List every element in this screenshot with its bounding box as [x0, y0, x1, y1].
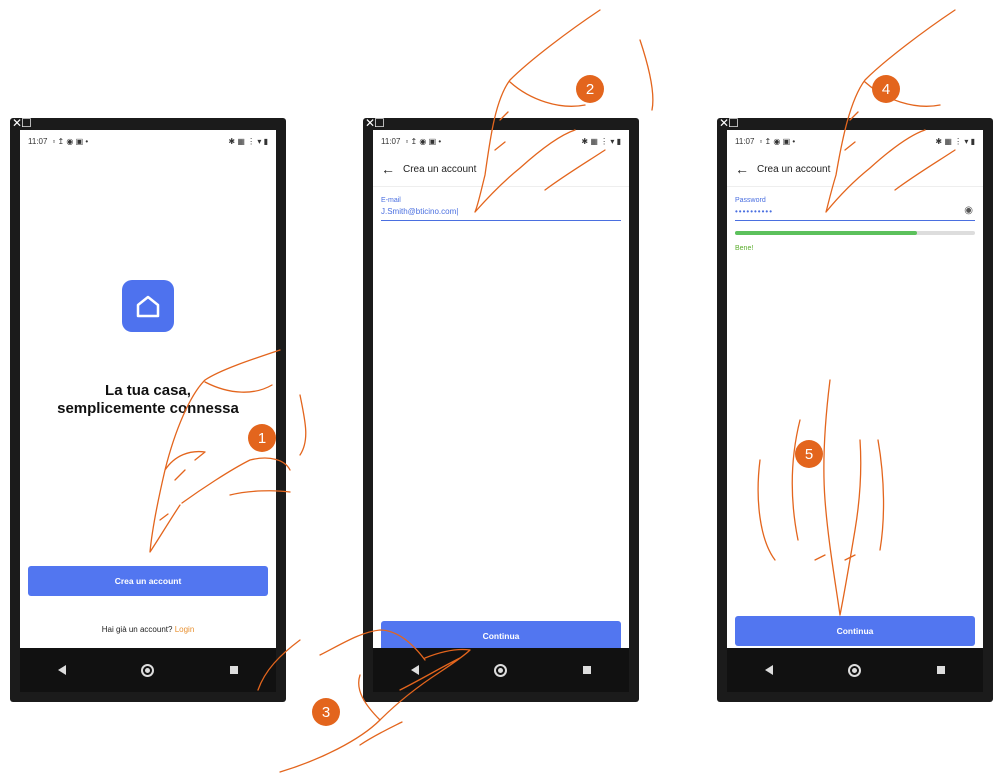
notification-icons: ▫ ↥ ◉ ▣ •	[52, 136, 89, 146]
back-nav-icon[interactable]	[410, 665, 419, 675]
phone-welcome: ✕☐ 11:07 ▫ ↥ ◉ ▣ • ✱ ▦ ⋮ ▾ ▮ La tua casa,…	[10, 117, 286, 702]
back-arrow-icon[interactable]: ←	[373, 161, 403, 177]
android-nav-bar	[20, 648, 276, 692]
step-badge-5: 5	[795, 440, 823, 468]
continue-button[interactable]: Continua	[381, 621, 621, 648]
status-bar: 11:07 ▫ ↥ ◉ ▣ • ✱ ▦ ⋮ ▾ ▮	[727, 130, 983, 152]
page-title: Crea un account	[403, 163, 477, 175]
password-strength-bar	[735, 231, 975, 235]
status-bar: 11:07 ▫ ↥ ◉ ▣ • ✱ ▦ ⋮ ▾ ▮	[373, 130, 629, 152]
email-field[interactable]: J.Smith@bticino.com|	[381, 207, 621, 221]
status-time: 11:07	[735, 136, 755, 146]
show-password-eye-icon[interactable]: ◉	[964, 205, 973, 216]
login-link[interactable]: Login	[175, 625, 195, 634]
window-controls-icon[interactable]: ✕☐	[719, 117, 739, 129]
step-badge-4: 4	[872, 75, 900, 103]
system-icons: ✱ ▦ ⋮ ▾ ▮	[581, 136, 621, 146]
email-label: E-mail	[381, 197, 401, 204]
home-nav-icon[interactable]	[848, 663, 862, 677]
window-controls-icon[interactable]: ✕☐	[365, 117, 385, 129]
recent-apps-icon[interactable]	[583, 666, 592, 674]
android-nav-bar	[727, 648, 983, 692]
home-nav-icon[interactable]	[494, 663, 508, 677]
status-bar: 11:07 ▫ ↥ ◉ ▣ • ✱ ▦ ⋮ ▾ ▮	[20, 130, 276, 152]
recent-apps-icon[interactable]	[230, 666, 239, 674]
phone-screen: 11:07 ▫ ↥ ◉ ▣ • ✱ ▦ ⋮ ▾ ▮ ← Crea un accou…	[373, 130, 629, 648]
android-nav-bar	[373, 648, 629, 692]
status-time: 11:07	[381, 136, 401, 146]
back-arrow-icon[interactable]: ←	[727, 161, 757, 177]
login-prompt: Hai già un account? Login	[101, 625, 195, 634]
welcome-headline: La tua casa, semplicemente connessa	[57, 382, 239, 417]
phone-screen: 11:07 ▫ ↥ ◉ ▣ • ✱ ▦ ⋮ ▾ ▮ ← Crea un accou…	[727, 130, 983, 648]
step-badge-1: 1	[248, 424, 276, 452]
phone-screen: 11:07 ▫ ↥ ◉ ▣ • ✱ ▦ ⋮ ▾ ▮ La tua casa, se…	[20, 130, 276, 648]
recent-apps-icon[interactable]	[937, 666, 946, 674]
app-bar: ← Crea un account	[373, 152, 629, 187]
phone-email: ✕☐ 11:07 ▫ ↥ ◉ ▣ • ✱ ▦ ⋮ ▾ ▮ ← Crea un ac…	[363, 117, 639, 702]
app-bar: ← Crea un account	[727, 152, 983, 187]
password-strength-fill	[735, 231, 918, 235]
step-badge-2: 2	[576, 75, 604, 103]
phone-password: ✕☐ 11:07 ▫ ↥ ◉ ▣ • ✱ ▦ ⋮ ▾ ▮ ← Crea un ac…	[717, 117, 993, 702]
password-label: Password	[735, 197, 766, 204]
notification-icons: ▫ ↥ ◉ ▣ •	[759, 136, 796, 146]
password-strength-text: Bene!	[735, 245, 754, 252]
notification-icons: ▫ ↥ ◉ ▣ •	[405, 136, 442, 146]
app-logo-house-icon	[122, 280, 174, 332]
step-badge-3: 3	[312, 698, 340, 726]
password-field[interactable]: •••••••••• ◉	[735, 205, 975, 221]
back-nav-icon[interactable]	[57, 665, 66, 675]
back-nav-icon[interactable]	[764, 665, 773, 675]
continue-button[interactable]: Continua	[735, 616, 975, 646]
home-nav-icon[interactable]	[141, 663, 155, 677]
window-controls-icon[interactable]: ✕☐	[12, 117, 32, 129]
system-icons: ✱ ▦ ⋮ ▾ ▮	[935, 136, 975, 146]
create-account-button[interactable]: Crea un account	[28, 566, 268, 596]
status-time: 11:07	[28, 136, 48, 146]
system-icons: ✱ ▦ ⋮ ▾ ▮	[228, 136, 268, 146]
page-title: Crea un account	[757, 163, 831, 175]
